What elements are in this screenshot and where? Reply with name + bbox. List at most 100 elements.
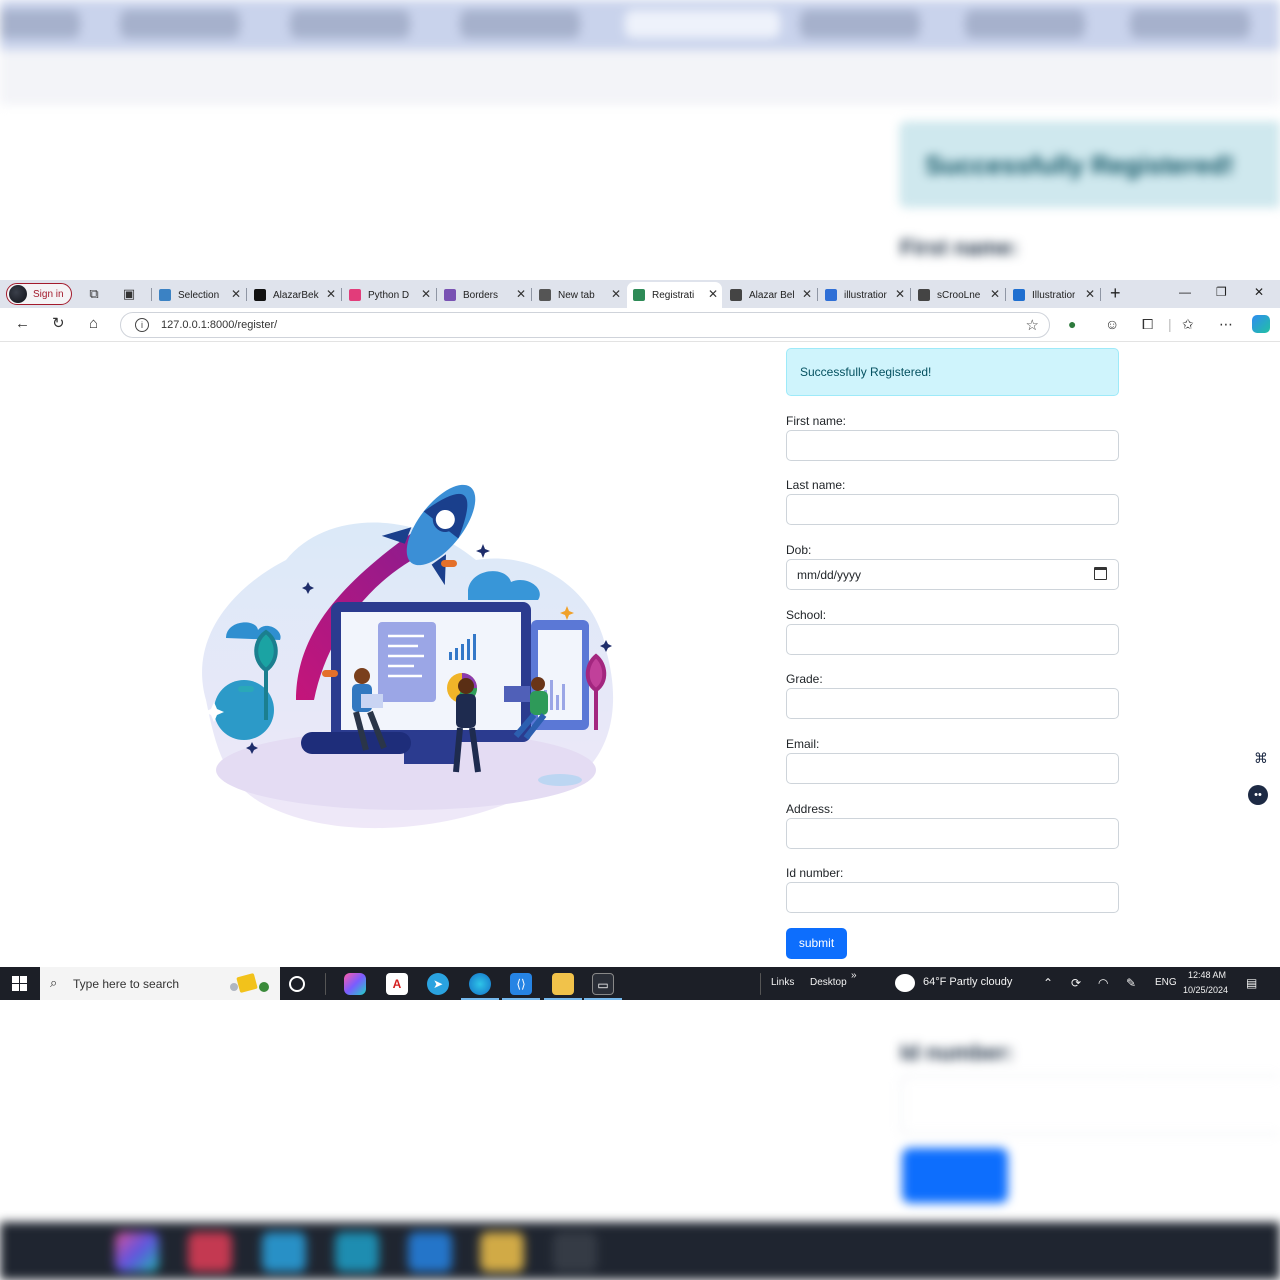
windows-start-icon[interactable] xyxy=(12,976,27,991)
refresh-icon[interactable]: ↻ xyxy=(52,316,65,332)
close-icon[interactable]: ✕ xyxy=(990,287,1000,301)
tab-title: New tab xyxy=(558,289,595,301)
last-name-field[interactable] xyxy=(786,494,1119,525)
tab-illustration[interactable]: Illustratior ✕ xyxy=(1007,282,1099,308)
tab-selection[interactable]: Selection ✕ xyxy=(153,282,245,308)
more-menu-icon[interactable]: ⋯ xyxy=(1219,316,1233,332)
bg-tab xyxy=(800,10,920,38)
calendar-icon[interactable] xyxy=(1094,567,1107,580)
close-icon[interactable]: ✕ xyxy=(708,287,718,301)
home-icon[interactable]: ⌂ xyxy=(89,316,98,332)
search-placeholder: Type here to search xyxy=(73,977,180,991)
language-indicator[interactable]: ENG xyxy=(1155,977,1177,988)
tab-title: Registrati xyxy=(652,289,695,301)
notifications-icon[interactable]: ▤ xyxy=(1246,976,1257,990)
tab-python[interactable]: Python D ✕ xyxy=(343,282,435,308)
url-text[interactable]: 127.0.0.1:8000/register/ xyxy=(161,319,277,331)
close-icon[interactable]: ✕ xyxy=(421,287,431,301)
minimize-icon[interactable]: — xyxy=(1179,285,1191,299)
clock-date[interactable]: 10/25/2024 xyxy=(1183,985,1228,995)
windows-taskbar: ⌕ Type here to search A ➤ ⟨⟩ ▭ Links Des… xyxy=(0,967,1280,1000)
grid-icon[interactable]: ⌘ xyxy=(1254,750,1268,767)
pen-icon[interactable]: ✎ xyxy=(1126,976,1136,990)
desktop-toolbar[interactable]: Desktop xyxy=(810,977,847,988)
bg-taskbar-icon xyxy=(553,1232,597,1272)
profile-button[interactable]: Sign in xyxy=(6,283,72,305)
favorites-icon[interactable]: ✩ xyxy=(1182,316,1194,332)
close-icon[interactable]: ✕ xyxy=(802,287,812,301)
dob-placeholder: mm/dd/yyyy xyxy=(797,568,862,582)
bg-label-first-name: First name: xyxy=(900,235,1019,260)
tab-separator xyxy=(910,288,911,301)
chevron-up-icon[interactable]: ⌃ xyxy=(1043,976,1053,990)
tab-new-tab[interactable]: New tab ✕ xyxy=(533,282,625,308)
tab-favicon xyxy=(444,289,456,301)
bg-tab xyxy=(120,10,240,38)
tab-favicon xyxy=(825,289,837,301)
alert-text: Successfully Registered! xyxy=(800,365,932,379)
window-close-icon[interactable]: ✕ xyxy=(1254,285,1264,299)
extensions-puzzle-icon[interactable]: ⧠ xyxy=(1142,316,1153,332)
taskbar-search-input[interactable]: ⌕ Type here to search xyxy=(40,967,280,1000)
grade-label: Grade: xyxy=(786,672,823,686)
bg-taskbar-icon xyxy=(115,1232,159,1272)
tab-github[interactable]: AlazarBek ✕ xyxy=(248,282,340,308)
star-icon[interactable]: ☆ xyxy=(1026,316,1039,334)
back-icon[interactable]: ← xyxy=(15,316,30,332)
school-field[interactable] xyxy=(786,624,1119,655)
copilot-face-icon[interactable]: ☺ xyxy=(1105,316,1119,332)
weather-text[interactable]: 64°F Partly cloudy xyxy=(923,976,1012,988)
bg-address-area xyxy=(0,50,1280,105)
close-icon[interactable]: ✕ xyxy=(1085,287,1095,301)
tab-title: Python D xyxy=(368,289,410,301)
email-field[interactable] xyxy=(786,753,1119,784)
close-icon[interactable]: ✕ xyxy=(895,287,905,301)
address-label: Address: xyxy=(786,802,834,816)
close-icon[interactable]: ✕ xyxy=(516,287,526,301)
bg-tab xyxy=(290,10,410,38)
workspaces-icon[interactable]: ⧉ xyxy=(86,286,102,302)
file-explorer-icon[interactable] xyxy=(552,973,574,995)
tab-title: Alazar Bel xyxy=(749,289,795,301)
tab-title: Illustratior xyxy=(1032,289,1076,301)
first-name-field[interactable] xyxy=(786,430,1119,461)
dob-field[interactable]: mm/dd/yyyy xyxy=(786,559,1119,590)
tab-actions-icon[interactable]: ▣ xyxy=(121,286,137,302)
copilot-app-icon[interactable] xyxy=(344,973,366,995)
close-icon[interactable]: ✕ xyxy=(231,287,241,301)
wifi-icon[interactable]: ◠ xyxy=(1098,976,1108,990)
tab-alazar[interactable]: Alazar Bel ✕ xyxy=(724,282,816,308)
assistant-icon[interactable]: •• xyxy=(1248,785,1268,805)
success-alert: Successfully Registered! xyxy=(786,348,1119,396)
edge-icon[interactable] xyxy=(469,973,491,995)
tab-illustration-search[interactable]: illustratior ✕ xyxy=(819,282,909,308)
tab-scrooline[interactable]: sCrooLne ✕ xyxy=(912,282,1004,308)
toolbar-expand-icon[interactable]: » xyxy=(851,970,857,981)
url-input[interactable]: i 127.0.0.1:8000/register/ ☆ xyxy=(120,312,1050,338)
extension-icon[interactable]: ● xyxy=(1068,316,1076,332)
close-icon[interactable]: ✕ xyxy=(326,287,336,301)
tab-separator xyxy=(436,288,437,301)
new-tab-button[interactable]: + xyxy=(1110,283,1121,303)
bg-field xyxy=(900,1075,1280,1135)
terminal-icon[interactable]: ▭ xyxy=(592,973,614,995)
autocad-icon[interactable]: A xyxy=(386,973,408,995)
task-view-icon[interactable] xyxy=(289,976,305,992)
links-toolbar[interactable]: Links xyxy=(771,977,794,988)
id-number-field[interactable] xyxy=(786,882,1119,913)
address-field[interactable] xyxy=(786,818,1119,849)
submit-button[interactable]: submit xyxy=(786,928,847,959)
telegram-icon[interactable]: ➤ xyxy=(427,973,449,995)
copilot-icon[interactable] xyxy=(1252,315,1270,333)
browser-tab-strip: Sign in ⧉ ▣ Selection ✕ AlazarBek ✕ Pyth… xyxy=(0,280,1280,308)
sync-icon[interactable]: ⟳ xyxy=(1071,976,1081,990)
info-icon[interactable]: i xyxy=(135,318,149,332)
clock-time[interactable]: 12:48 AM xyxy=(1188,970,1226,980)
vscode-icon[interactable]: ⟨⟩ xyxy=(510,973,532,995)
maximize-icon[interactable]: ❐ xyxy=(1216,285,1227,299)
search-icon: ⌕ xyxy=(50,975,58,990)
tab-registration[interactable]: Registrati ✕ xyxy=(627,282,722,308)
grade-field[interactable] xyxy=(786,688,1119,719)
close-icon[interactable]: ✕ xyxy=(611,287,621,301)
tab-borders[interactable]: Borders ✕ xyxy=(438,282,530,308)
